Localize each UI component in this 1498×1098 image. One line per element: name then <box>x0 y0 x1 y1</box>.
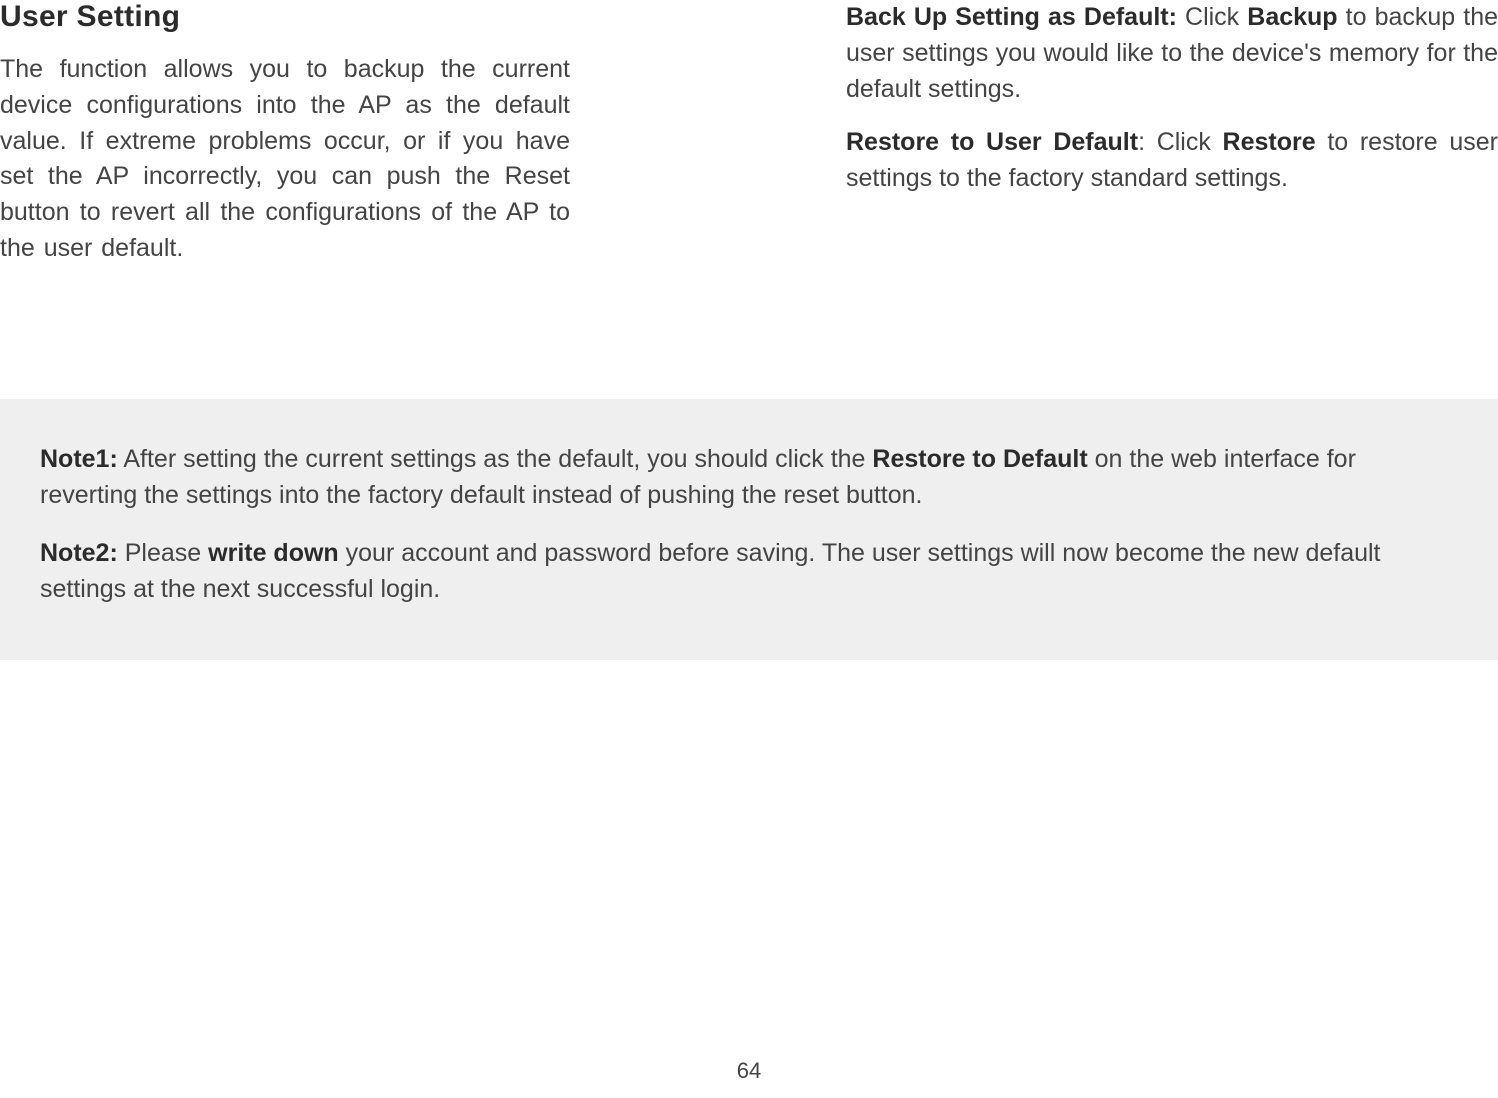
right-column: Back Up Setting as Default: Click Backup… <box>846 0 1498 267</box>
left-paragraph: The function allows you to backup the cu… <box>0 52 570 267</box>
bold-label: Restore to User Default <box>846 128 1138 156</box>
text-segment: Click <box>1177 3 1247 31</box>
page-number: 64 <box>0 1058 1498 1084</box>
bold-label: Backup <box>1247 3 1337 31</box>
bold-label: Restore to Default <box>872 445 1087 473</box>
text-segment: Please <box>118 539 208 567</box>
text-segment: After setting the current settings as th… <box>118 445 873 473</box>
section-title: User Setting <box>0 0 570 34</box>
text-segment: : Click <box>1138 128 1222 156</box>
bold-label: Restore <box>1223 128 1316 156</box>
bold-label: write down <box>208 539 339 567</box>
note-label: Note2: <box>40 539 118 567</box>
left-column: User Setting The function allows you to … <box>0 0 570 267</box>
note-1: Note1: After setting the current setting… <box>40 441 1458 514</box>
right-paragraph-2: Restore to User Default: Click Restore t… <box>846 125 1498 197</box>
right-paragraph-1: Back Up Setting as Default: Click Backup… <box>846 0 1498 107</box>
note-2: Note2: Please write down your account an… <box>40 535 1458 608</box>
note-box: Note1: After setting the current setting… <box>0 399 1498 660</box>
note-label: Note1: <box>40 445 118 473</box>
bold-label: Back Up Setting as Default: <box>846 3 1177 31</box>
